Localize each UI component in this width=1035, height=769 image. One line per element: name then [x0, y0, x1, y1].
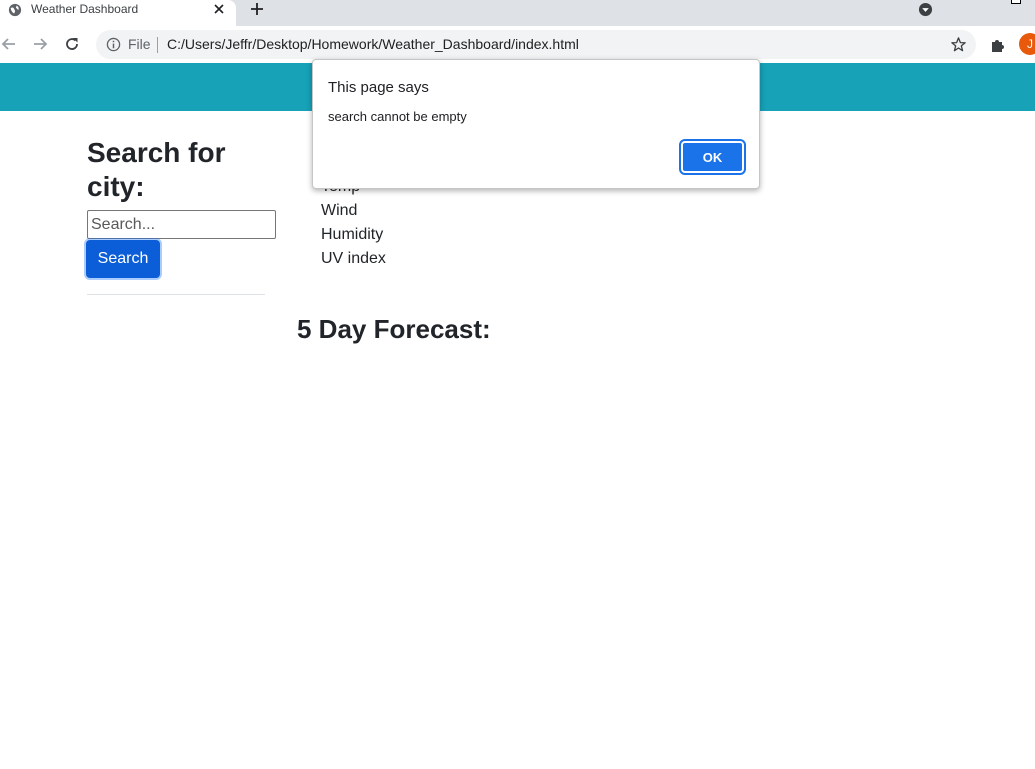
- new-tab-icon[interactable]: [248, 0, 266, 18]
- tab-search-icon[interactable]: [918, 2, 933, 17]
- alert-message: search cannot be empty: [328, 109, 467, 124]
- tab-strip: Weather Dashboard: [0, 0, 1035, 26]
- window-restore-icon[interactable]: [1011, 0, 1021, 4]
- globe-icon: [8, 3, 22, 17]
- weather-wind: Wind: [321, 202, 358, 219]
- forward-arrow-icon[interactable]: [31, 35, 49, 53]
- weather-humidity: Humidity: [321, 226, 384, 243]
- search-heading: Search for city:: [87, 137, 226, 202]
- ok-button[interactable]: OK: [679, 139, 746, 175]
- info-icon[interactable]: [106, 37, 121, 52]
- back-arrow-icon[interactable]: [0, 35, 18, 53]
- scheme-label: File: [128, 36, 151, 52]
- alert-title: This page says: [328, 79, 429, 96]
- reload-icon[interactable]: [63, 35, 81, 53]
- tab-title: Weather Dashboard: [31, 2, 139, 16]
- weather-uv-index: UV index: [321, 250, 386, 267]
- url-text[interactable]: C:/Users/Jeffr/Desktop/Homework/Weather_…: [167, 36, 579, 52]
- current-weather-list: Temp Wind Humidity UV index: [321, 175, 386, 271]
- address-divider: [157, 37, 158, 53]
- bookmark-star-icon[interactable]: [950, 36, 967, 53]
- close-icon[interactable]: [212, 2, 226, 16]
- search-input[interactable]: [87, 210, 276, 239]
- alert-dialog: This page says search cannot be empty OK: [312, 59, 760, 189]
- browser-toolbar: File C:/Users/Jeffr/Desktop/Homework/Wea…: [0, 26, 1035, 63]
- search-button[interactable]: Search: [86, 240, 160, 278]
- forecast-heading: 5 Day Forecast:: [297, 314, 491, 344]
- browser-tab[interactable]: Weather Dashboard: [0, 0, 236, 26]
- address-bar[interactable]: File C:/Users/Jeffr/Desktop/Homework/Wea…: [96, 30, 976, 59]
- sidebar-divider: [87, 294, 265, 295]
- extensions-puzzle-icon[interactable]: [989, 36, 1007, 54]
- profile-avatar[interactable]: J: [1019, 33, 1035, 55]
